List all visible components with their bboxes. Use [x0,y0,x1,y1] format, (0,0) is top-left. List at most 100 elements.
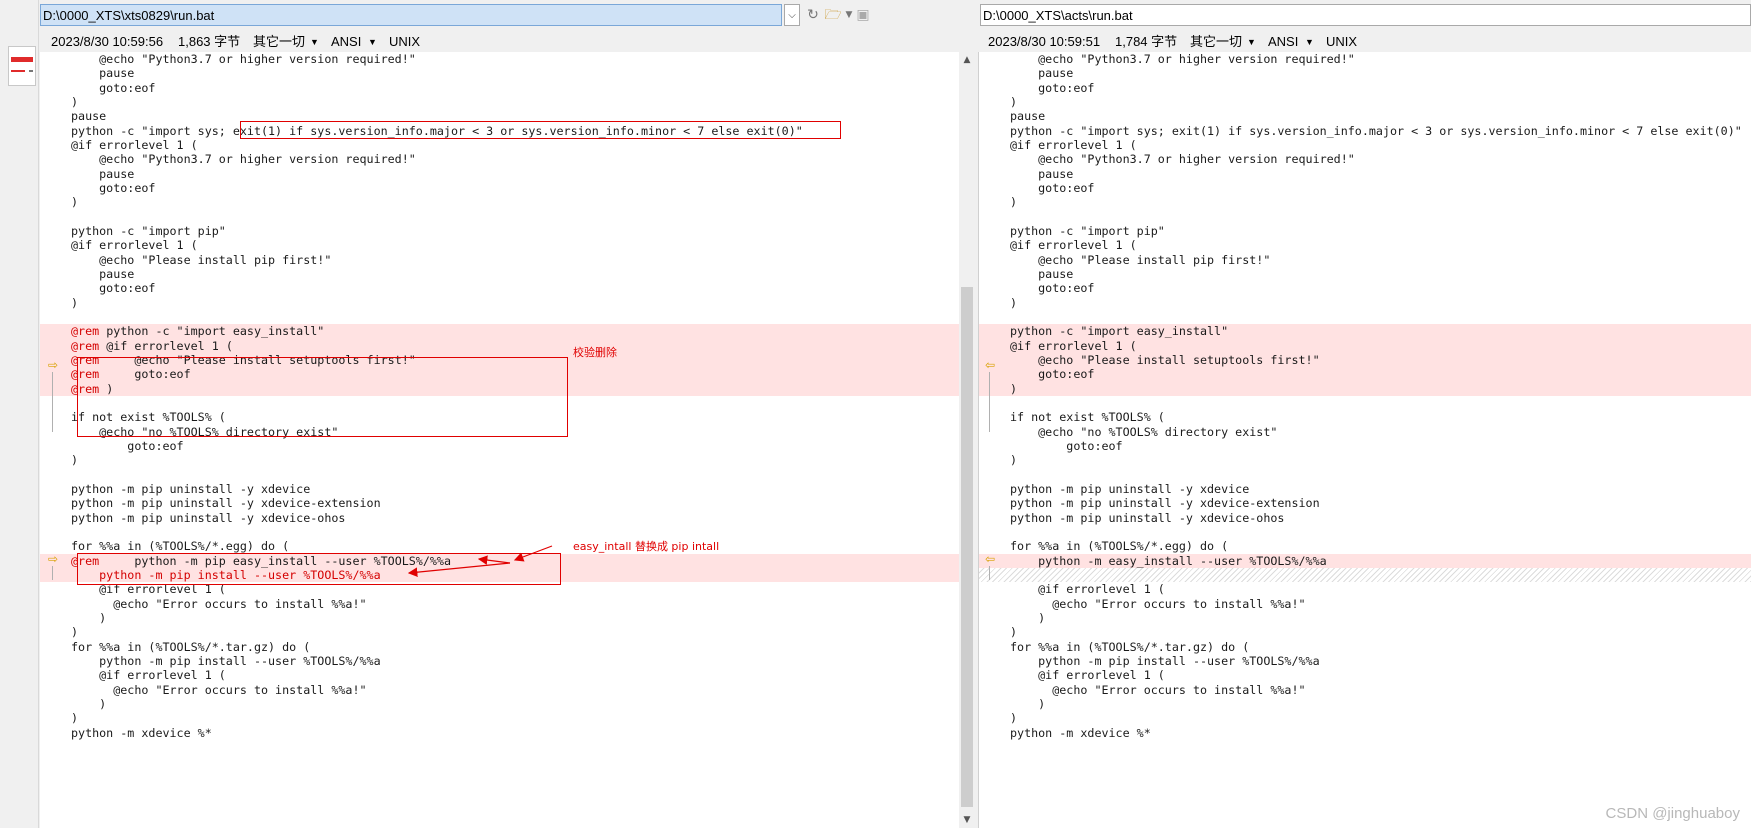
right-encoding-select[interactable]: ANSI [1268,32,1298,52]
code-text: ) [1010,195,1018,210]
arrow-left-icon[interactable]: ⇦ [985,552,1003,566]
code-text: python -m pip uninstall -y xdevice-exten… [1010,496,1320,511]
code-line[interactable] [979,310,1751,324]
code-text: @if errorlevel 1 ( [1010,238,1137,253]
code-line[interactable]: goto:eof [979,181,1751,195]
left-editor-pane[interactable]: @echo "Python3.7 or higher version requi… [40,52,959,828]
code-line[interactable]: for %%a in (%TOOLS%/*.tar.gz) do ( [979,640,1751,654]
code-line[interactable]: @if errorlevel 1 ( [979,668,1751,682]
code-line[interactable]: ) [979,625,1751,639]
code-line[interactable]: ) [979,711,1751,725]
code-text: goto:eof [1010,80,1095,95]
code-line[interactable]: @if errorlevel 1 ( [979,582,1751,596]
code-line[interactable]: goto:eof [979,81,1751,95]
diff-overview-gutter[interactable] [0,0,39,828]
left-path-input[interactable]: D:\0000_XTS\xts0829\run.bat [40,4,782,26]
code-line[interactable]: @if errorlevel 1 ( [979,238,1751,252]
code-line[interactable] [979,468,1751,482]
code-text: @echo "Python3.7 or higher version requi… [1010,52,1355,66]
code-line[interactable]: @echo "Error occurs to install %%a!" [979,597,1751,611]
right-path-input[interactable]: D:\0000_XTS\acts\run.bat [980,4,1751,26]
code-line[interactable]: for %%a in (%TOOLS%/*.egg) do ( [979,539,1751,553]
code-text: @if errorlevel 1 ( [1010,338,1137,353]
code-line-changed[interactable]: ) [979,381,1751,396]
right-editor-pane[interactable]: @echo "Python3.7 or higher version requi… [978,52,1751,828]
code-line[interactable]: ) [979,697,1751,711]
code-line-text: @if errorlevel 1 ( [1010,339,1137,353]
code-line-changed[interactable]: goto:eof [979,367,1751,382]
code-text: pause [1010,266,1074,281]
code-line[interactable]: python -c "import sys; exit(1) if sys.ve… [979,124,1751,138]
code-line[interactable]: @echo "Please install pip first!" [979,253,1751,267]
code-line-text: goto:eof [1010,181,1094,195]
code-line[interactable] [979,525,1751,539]
code-line-changed[interactable]: python -c "import easy_install" [979,324,1751,339]
code-line[interactable]: pause [979,267,1751,281]
chevron-down-icon[interactable]: ▼ [1247,32,1256,52]
chevron-down-icon[interactable]: ⌵ [784,4,800,26]
right-filter-select[interactable]: 其它一切 [1190,32,1242,52]
code-line-text: @if errorlevel 1 ( [1010,238,1137,252]
arrow-left-icon[interactable]: ⇦ [985,358,1003,372]
diff-overview-map[interactable] [8,46,36,86]
code-line[interactable]: pause [979,109,1751,123]
code-line[interactable]: if not exist %TOOLS% ( [979,410,1751,424]
code-line[interactable]: @if errorlevel 1 ( [979,138,1751,152]
right-eol-label[interactable]: UNIX [1326,32,1357,52]
code-line[interactable]: @echo "Python3.7 or higher version requi… [979,152,1751,166]
code-text: python -c "import sys; exit(1) if sys.ve… [1010,123,1742,138]
code-line-changed[interactable]: @if errorlevel 1 ( [979,338,1751,353]
code-line-text: pause [1010,109,1045,123]
chevron-down-icon[interactable]: ▼ [368,32,377,52]
code-line[interactable]: goto:eof [979,439,1751,453]
code-line-text: for %%a in (%TOOLS%/*.egg) do ( [1010,539,1228,553]
code-line[interactable]: ) [979,195,1751,209]
code-text: @if errorlevel 1 ( [1010,668,1165,683]
code-line-text: goto:eof [1010,81,1094,95]
code-line[interactable]: ) [979,453,1751,467]
code-line[interactable]: @echo "no %TOOLS% directory exist" [979,425,1751,439]
left-encoding-select[interactable]: ANSI [331,32,361,52]
code-text: goto:eof [1010,180,1095,195]
chevron-down-icon[interactable]: ▼ [310,32,319,52]
code-line[interactable]: ) [979,296,1751,310]
left-scrollbar[interactable]: ▲ ▼ [959,52,975,828]
code-line[interactable]: @echo "Error occurs to install %%a!" [979,683,1751,697]
code-text: @echo "Error occurs to install %%a!" [1010,682,1306,697]
code-line[interactable]: python -m pip uninstall -y xdevice-ohos [979,511,1751,525]
code-line[interactable]: python -m pip uninstall -y xdevice [979,482,1751,496]
scroll-down-icon[interactable]: ▼ [959,812,975,828]
save-icon[interactable]: ▣ [854,6,872,24]
code-line[interactable]: ) [979,95,1751,109]
annotation-arrows [407,545,553,577]
code-text: for %%a in (%TOOLS%/*.egg) do ( [1010,539,1229,554]
left-eol-label[interactable]: UNIX [389,32,420,52]
code-line[interactable]: python -c "import pip" [979,224,1751,238]
code-line[interactable]: python -m xdevice %* [979,726,1751,740]
chevron-down-icon[interactable]: ▼ [1305,32,1314,52]
code-line[interactable] [979,210,1751,224]
code-line[interactable]: ) [979,611,1751,625]
code-text: python -m xdevice %* [1010,725,1151,740]
code-line-text: python -m pip uninstall -y xdevice-exten… [1010,496,1320,510]
code-line[interactable]: python -m pip install --user %TOOLS%/%%a [979,654,1751,668]
code-text: ) [1010,295,1018,310]
code-line-text: ) [1010,296,1017,310]
code-line[interactable]: goto:eof [979,281,1751,295]
right-path-bar: D:\0000_XTS\acts\run.bat [980,4,1751,28]
code-line[interactable]: python -m pip uninstall -y xdevice-exten… [979,496,1751,510]
left-scrollbar-thumb[interactable] [961,287,973,807]
code-line[interactable]: pause [979,167,1751,181]
code-line-changed[interactable]: python -m easy_install --user %TOOLS%/%%… [979,553,1751,568]
left-filter-select[interactable]: 其它一切 [253,32,305,52]
code-line[interactable]: pause [979,66,1751,80]
code-line[interactable]: @echo "Python3.7 or higher version requi… [979,52,1751,66]
code-line[interactable] [979,396,1751,410]
code-line[interactable] [979,567,1751,583]
code-text: python -c "import easy_install" [1010,324,1229,339]
scroll-up-icon[interactable]: ▲ [959,52,975,68]
history-icon[interactable]: ↻ [804,6,822,24]
code-text: pause [1010,109,1046,124]
code-line-changed[interactable]: @echo "Please install setuptools first!" [979,352,1751,368]
code-line-text: @echo "no %TOOLS% directory exist" [1010,425,1277,439]
